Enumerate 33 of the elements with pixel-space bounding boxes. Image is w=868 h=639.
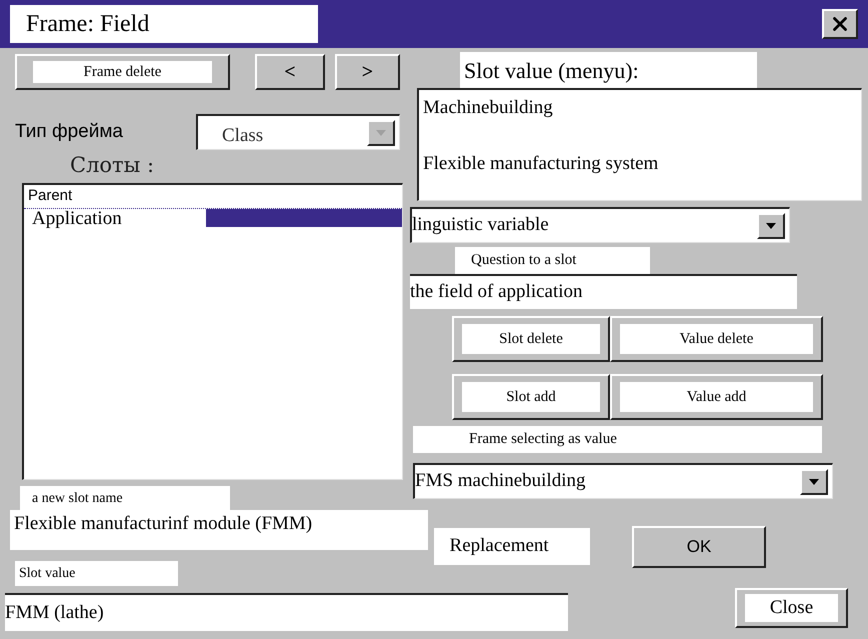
dropdown-value: Class (221, 124, 264, 148)
next-button[interactable]: > (335, 54, 400, 90)
close-button[interactable] (822, 9, 858, 39)
slot-value-item[interactable]: Machinebuilding (419, 94, 861, 122)
ok-button[interactable]: OK (632, 526, 766, 568)
new-slot-name-label: a new slot name (20, 486, 230, 510)
slot-value-menu-label: Slot value (menyu): (460, 52, 757, 88)
frame-selection-label: Frame selecting as value (413, 426, 822, 453)
dropdown-value: linguistic variable (412, 213, 549, 238)
question-label: Question to a slot (455, 247, 650, 274)
slot-value-item[interactable]: Flexible manufacturing system (419, 150, 861, 178)
window-title: Frame: Field (10, 5, 318, 43)
frame-type-label: Тип фрейма (15, 120, 124, 144)
slot-delete-button[interactable]: Slot delete (452, 316, 610, 362)
slot-add-button[interactable]: Slot add (452, 374, 610, 420)
frame-delete-button[interactable]: Frame delete (15, 54, 230, 90)
replacement-label: Replacement (434, 528, 590, 565)
new-slot-name-field[interactable]: Flexible manufacturinf module (FMM) (10, 510, 428, 550)
dropdown-value: FMS machinebuilding (415, 469, 586, 494)
caret-icon (809, 478, 819, 484)
value-delete-button[interactable]: Value delete (610, 316, 823, 362)
dropdown[interactable]: FMS machinebuilding (413, 463, 833, 499)
caret-icon (376, 130, 386, 136)
slots-label: Слоты : (70, 152, 156, 178)
previous-button[interactable]: < (255, 54, 325, 90)
slot-value-label: Slot value (15, 561, 178, 586)
close-dialog-button[interactable]: Close (735, 588, 848, 628)
caret-icon (766, 222, 776, 228)
slot-item[interactable]: Application (24, 208, 402, 230)
slot-value-field[interactable]: FMM (lathe) (5, 593, 568, 631)
dropdown[interactable]: linguistic variable (410, 207, 790, 243)
question-field[interactable]: the field of application (410, 274, 797, 309)
value-add-button[interactable]: Value add (610, 374, 823, 420)
